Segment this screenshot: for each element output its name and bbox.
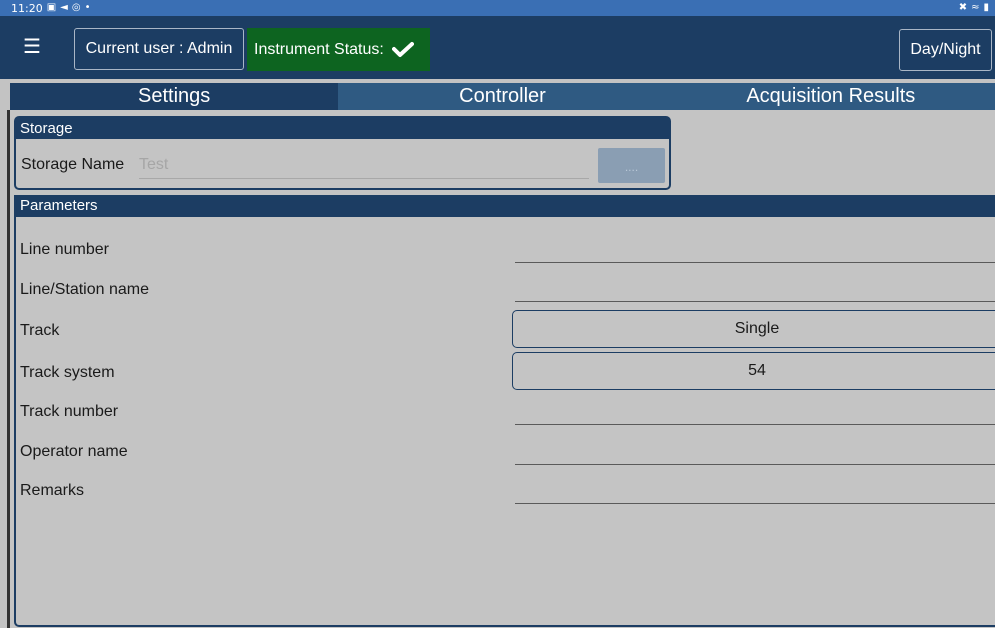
- at-icon: ◎: [71, 2, 81, 13]
- battery-icon: ▮: [983, 2, 989, 13]
- line-number-input[interactable]: [515, 262, 995, 263]
- track-label: Track: [20, 322, 60, 339]
- storage-header: Storage: [16, 118, 669, 139]
- status-bar-right: ✖ ≈ ▮: [959, 1, 989, 15]
- mute-icon: ✖: [958, 2, 968, 13]
- remarks-input[interactable]: [515, 503, 995, 504]
- remarks-label: Remarks: [20, 482, 85, 499]
- tab-settings[interactable]: Settings: [10, 83, 339, 110]
- track-system-label: Track system: [20, 364, 115, 381]
- parameters-header: Parameters: [14, 195, 995, 217]
- status-time: 11:20: [11, 1, 43, 15]
- track-number-label: Track number: [20, 403, 119, 420]
- wifi-icon: ≈: [971, 2, 980, 13]
- storage-group: Storage Storage Name Test ....: [14, 116, 671, 190]
- send-icon: ◄: [60, 2, 68, 13]
- instrument-status-label: Instrument Status:: [254, 41, 384, 58]
- line-station-name-label: Line/Station name: [20, 281, 149, 298]
- main-tabs: Settings Controller Acquisition Results: [10, 83, 995, 110]
- current-user-button[interactable]: Current user : Admin: [74, 28, 244, 70]
- line-station-name-input[interactable]: [515, 301, 995, 302]
- storage-name-label: Storage Name: [21, 156, 125, 173]
- line-number-label: Line number: [20, 241, 109, 258]
- dot-icon: •: [84, 2, 91, 13]
- hamburger-menu-icon[interactable]: ☰: [20, 35, 44, 59]
- app-bar: ☰ Current user : Admin Instrument Status…: [0, 16, 995, 79]
- track-system-select[interactable]: 54: [512, 352, 995, 390]
- system-status-bar: 11:20 ▣ ◄ ◎ • ✖ ≈ ▮: [0, 0, 995, 16]
- day-night-button[interactable]: Day/Night: [899, 29, 992, 71]
- track-number-input[interactable]: [515, 424, 995, 425]
- image-icon: ▣: [46, 2, 57, 13]
- track-select[interactable]: Single: [512, 310, 995, 348]
- instrument-status-indicator[interactable]: Instrument Status:: [247, 28, 430, 71]
- tab-acquisition-results[interactable]: Acquisition Results: [666, 83, 995, 110]
- operator-name-input[interactable]: [515, 464, 995, 465]
- parameters-group: [14, 195, 995, 627]
- storage-browse-button[interactable]: ....: [598, 148, 665, 183]
- status-bar-left: 11:20 ▣ ◄ ◎ •: [11, 1, 91, 15]
- checkmark-icon: [391, 41, 414, 57]
- storage-name-input[interactable]: Test: [139, 156, 589, 179]
- operator-name-label: Operator name: [20, 443, 128, 460]
- tab-controller[interactable]: Controller: [338, 83, 667, 110]
